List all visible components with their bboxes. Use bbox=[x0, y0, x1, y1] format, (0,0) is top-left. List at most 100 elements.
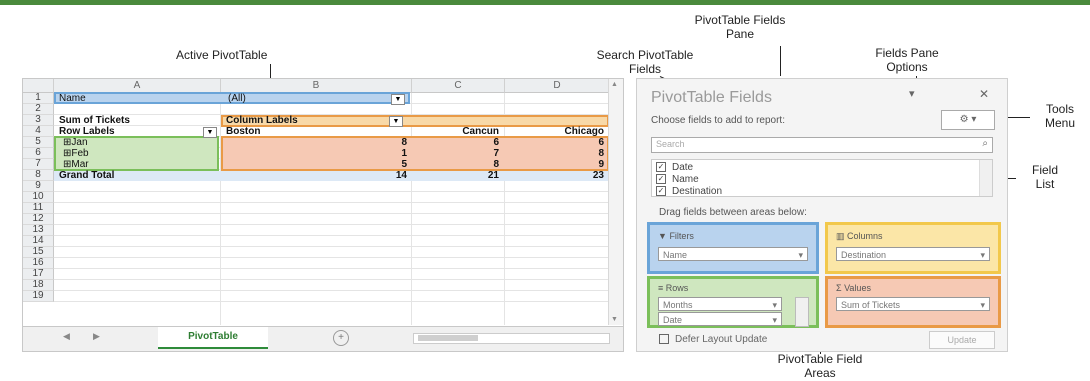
row-label-mar[interactable]: ⊞Mar bbox=[63, 160, 89, 170]
callout-options: Fields Pane Options bbox=[852, 46, 962, 74]
field-item-date[interactable]: ✓ Date bbox=[656, 162, 693, 173]
tab-scroll-right-icon[interactable]: ▶ bbox=[93, 331, 100, 342]
row-labels-cell[interactable]: Row Labels bbox=[59, 127, 115, 137]
col-header-b[interactable]: B bbox=[221, 79, 412, 93]
sheet-tab-pivottable[interactable]: PivotTable bbox=[158, 327, 268, 349]
scroll-down-icon[interactable]: ▼ bbox=[611, 316, 618, 323]
value-cell[interactable]: 8 bbox=[508, 149, 604, 159]
update-button[interactable]: Update bbox=[929, 331, 995, 349]
grand-total-value[interactable]: 14 bbox=[223, 171, 407, 181]
col-header-d[interactable]: D bbox=[505, 79, 610, 93]
chevron-down-icon[interactable]: ▾ bbox=[980, 248, 985, 262]
column-labels-dropdown-button[interactable]: ▼ bbox=[389, 116, 403, 127]
scroll-up-icon[interactable]: ▲ bbox=[611, 81, 618, 88]
callout-tools-line2: Menu bbox=[1044, 116, 1076, 130]
grid-row bbox=[54, 203, 609, 214]
grid-row bbox=[54, 247, 609, 258]
row-labels-dropdown-button[interactable]: ▼ bbox=[203, 127, 217, 138]
horizontal-scroll-thumb[interactable] bbox=[418, 335, 478, 341]
chevron-down-icon[interactable]: ▾ bbox=[798, 248, 803, 262]
rows-area[interactable]: ≡ Rows Months ▾ Date ▾ bbox=[647, 276, 819, 328]
col-header-a[interactable]: A bbox=[54, 79, 221, 93]
close-icon[interactable]: ✕ bbox=[979, 87, 989, 101]
checkbox-unchecked-icon[interactable] bbox=[659, 334, 669, 345]
row-label-text: Feb bbox=[71, 148, 89, 159]
value-cell[interactable]: 8 bbox=[223, 138, 407, 148]
values-label-cell[interactable]: Sum of Tickets bbox=[59, 116, 130, 126]
values-area-header: Σ Values bbox=[836, 283, 871, 293]
chevron-down-icon[interactable]: ▾ bbox=[980, 298, 985, 312]
filter-icon: ▼ bbox=[658, 231, 667, 241]
chevron-down-icon[interactable]: ▾ bbox=[772, 313, 777, 327]
defer-label: Defer Layout Update bbox=[675, 334, 768, 345]
vertical-scrollbar[interactable]: ▲ ▼ bbox=[608, 79, 623, 325]
horizontal-scrollbar[interactable] bbox=[413, 333, 610, 344]
columns-item-destination[interactable]: Destination ▾ bbox=[836, 247, 990, 261]
search-fields-input[interactable]: Search ⌕ bbox=[651, 137, 993, 153]
rows-item-months[interactable]: Months ▾ bbox=[658, 297, 782, 311]
defer-layout-checkbox[interactable]: Defer Layout Update bbox=[659, 334, 767, 345]
columns-area[interactable]: ▥ Columns Destination ▾ bbox=[825, 222, 1001, 274]
field-label: Name bbox=[672, 174, 699, 185]
values-area[interactable]: Σ Values Sum of Tickets ▾ bbox=[825, 276, 1001, 328]
checkbox-checked-icon[interactable]: ✓ bbox=[656, 186, 666, 196]
row-label-text: Mar bbox=[71, 159, 89, 170]
checkbox-checked-icon[interactable]: ✓ bbox=[656, 162, 666, 173]
col-header-c[interactable]: C bbox=[412, 79, 505, 93]
area-item-label: Months bbox=[663, 300, 693, 310]
filters-area[interactable]: ▼ Filters Name ▾ bbox=[647, 222, 819, 274]
callout-search: Search PivotTable Fields bbox=[545, 48, 745, 76]
value-cell[interactable]: 7 bbox=[415, 149, 499, 159]
pane-options-dropdown-icon[interactable]: ▾ bbox=[909, 87, 915, 100]
grand-total-value[interactable]: 23 bbox=[508, 171, 604, 181]
rows-item-date[interactable]: Date ▾ bbox=[658, 312, 782, 326]
field-item-destination[interactable]: ✓ Destination bbox=[656, 186, 722, 196]
row-header[interactable]: 19 bbox=[23, 291, 54, 302]
choose-fields-text: Choose fields to add to report: bbox=[651, 115, 785, 126]
grand-total-label[interactable]: Grand Total bbox=[59, 171, 114, 181]
value-cell[interactable]: 6 bbox=[508, 138, 604, 148]
field-label: Date bbox=[672, 162, 694, 173]
search-icon[interactable]: ⌕ bbox=[982, 138, 988, 149]
sheet-tab-bar: ◀ ▶ PivotTable + bbox=[23, 326, 623, 351]
dest-header-chicago[interactable]: Chicago bbox=[508, 127, 604, 137]
rows-title: Rows bbox=[665, 283, 689, 293]
dest-header-cancun[interactable]: Cancun bbox=[415, 127, 499, 137]
select-all-corner[interactable] bbox=[23, 79, 54, 93]
callout-options-line1: Fields Pane bbox=[875, 46, 939, 60]
add-sheet-icon[interactable]: + bbox=[333, 330, 349, 346]
callout-line-pane bbox=[780, 46, 781, 76]
checkbox-checked-icon[interactable]: ✓ bbox=[656, 174, 666, 185]
values-item-sum-of-tickets[interactable]: Sum of Tickets ▾ bbox=[836, 297, 990, 311]
value-cell[interactable]: 8 bbox=[415, 160, 499, 170]
grid-row bbox=[54, 258, 609, 269]
grid-row bbox=[54, 192, 609, 203]
row-label-feb[interactable]: ⊞Feb bbox=[63, 149, 89, 159]
value-cell[interactable]: 6 bbox=[415, 138, 499, 148]
filters-area-header: ▼ Filters bbox=[658, 231, 694, 241]
rows-area-scrollbar[interactable] bbox=[795, 297, 809, 327]
filter-value-cell[interactable]: (All) bbox=[228, 94, 246, 104]
columns-title: Columns bbox=[847, 231, 883, 241]
tab-scroll-left-icon[interactable]: ◀ bbox=[63, 331, 70, 342]
value-cell[interactable]: 1 bbox=[223, 149, 407, 159]
area-item-label: Date bbox=[663, 315, 683, 325]
column-labels-cell[interactable]: Column Labels bbox=[226, 116, 298, 126]
filters-item-name[interactable]: Name ▾ bbox=[658, 247, 808, 261]
callout-areas: PivotTable Field Areas bbox=[735, 352, 905, 380]
value-cell[interactable]: 5 bbox=[223, 160, 407, 170]
filter-dropdown-button[interactable]: ▼ bbox=[391, 94, 405, 105]
value-cell[interactable]: 9 bbox=[508, 160, 604, 170]
grand-total-value[interactable]: 21 bbox=[415, 171, 499, 181]
field-list-scrollbar[interactable] bbox=[979, 160, 992, 196]
row-label-jan[interactable]: ⊞Jan bbox=[63, 138, 88, 148]
tools-menu-button[interactable]: ⚙ ▾ bbox=[941, 110, 995, 130]
spreadsheet[interactable]: A B C D 1 2 3 4 5 6 7 8 9 10 11 12 13 14… bbox=[22, 78, 624, 352]
columns-icon: ▥ bbox=[836, 231, 845, 241]
callout-fields-pane-line1: PivotTable Fields bbox=[694, 13, 786, 27]
field-item-name[interactable]: ✓ Name bbox=[656, 174, 699, 185]
dest-header-boston[interactable]: Boston bbox=[226, 127, 260, 137]
callout-options-line2: Options bbox=[886, 60, 928, 74]
chevron-down-icon[interactable]: ▾ bbox=[772, 298, 777, 312]
filter-label-cell[interactable]: Name bbox=[59, 94, 86, 104]
